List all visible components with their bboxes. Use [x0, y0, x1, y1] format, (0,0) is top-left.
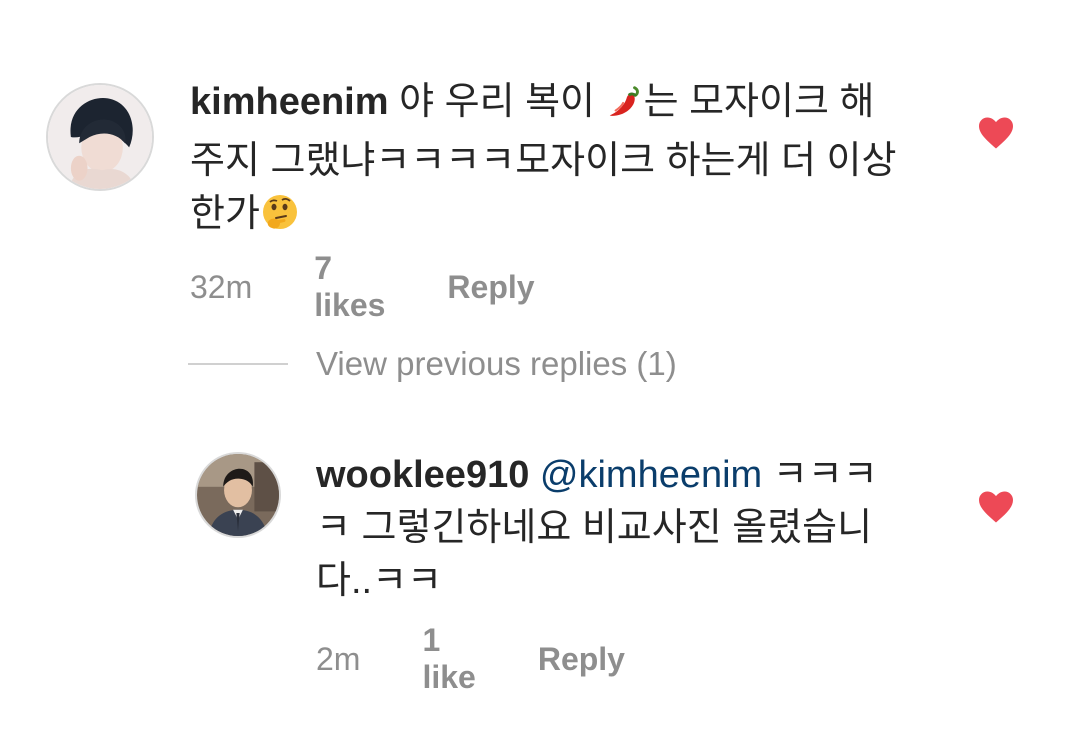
avatar-image — [48, 85, 152, 189]
view-previous-replies-label[interactable]: View previous replies (1) — [316, 345, 677, 383]
comment-line: wooklee910 @kimheenim ㅋㅋㅋ — [316, 449, 956, 502]
comment-text: ㅋ 그렇긴하네요 비교사진 올렸습니 — [316, 507, 873, 549]
comment-text: 는 모자이크 해 — [643, 81, 875, 123]
avatar[interactable] — [46, 83, 154, 191]
comment-body: kimheenim 야 우리 복이 는 모자이크 해 주지 그랬냐ㅋㅋㅋㅋ모자이… — [190, 76, 950, 247]
comment-meta: 2m 1 like Reply — [316, 622, 625, 696]
comment-text: ㅋㅋㅋ — [762, 454, 878, 496]
comment-username[interactable]: kimheenim — [190, 81, 389, 123]
view-previous-replies[interactable]: View previous replies (1) — [188, 345, 677, 383]
likes-count[interactable]: 7 likes — [314, 250, 385, 324]
heart-icon[interactable] — [977, 116, 1015, 150]
comment-body: wooklee910 @kimheenim ㅋㅋㅋ ㅋ 그렇긴하네요 비교사진 … — [316, 449, 956, 608]
mention-link[interactable]: @kimheenim — [540, 454, 762, 496]
comment-text: 주지 그랬냐ㅋㅋㅋㅋ모자이크 하는게 더 이상 — [190, 140, 897, 182]
heart-icon[interactable] — [977, 490, 1015, 524]
comment-text: 다..ㅋㅋ — [316, 560, 442, 602]
divider-line — [188, 363, 288, 365]
hot-pepper-icon — [606, 82, 644, 135]
comment-timestamp: 2m — [316, 640, 361, 677]
comment-text: 한가 — [190, 193, 260, 235]
reply-button[interactable]: Reply — [447, 269, 534, 306]
comment-meta: 32m 7 likes Reply — [190, 250, 535, 324]
comment-line: kimheenim 야 우리 복이 는 모자이크 해 — [190, 76, 950, 135]
avatar[interactable] — [195, 452, 281, 538]
likes-count[interactable]: 1 like — [422, 622, 475, 696]
reply-button[interactable]: Reply — [538, 641, 625, 678]
comment-text: 야 우리 복이 — [388, 81, 606, 123]
thinking-face-icon — [260, 192, 300, 247]
comment-line: 한가 — [190, 188, 950, 247]
avatar-image — [197, 454, 279, 536]
comment-timestamp: 32m — [190, 268, 253, 305]
comment-username[interactable]: wooklee910 — [316, 454, 529, 496]
